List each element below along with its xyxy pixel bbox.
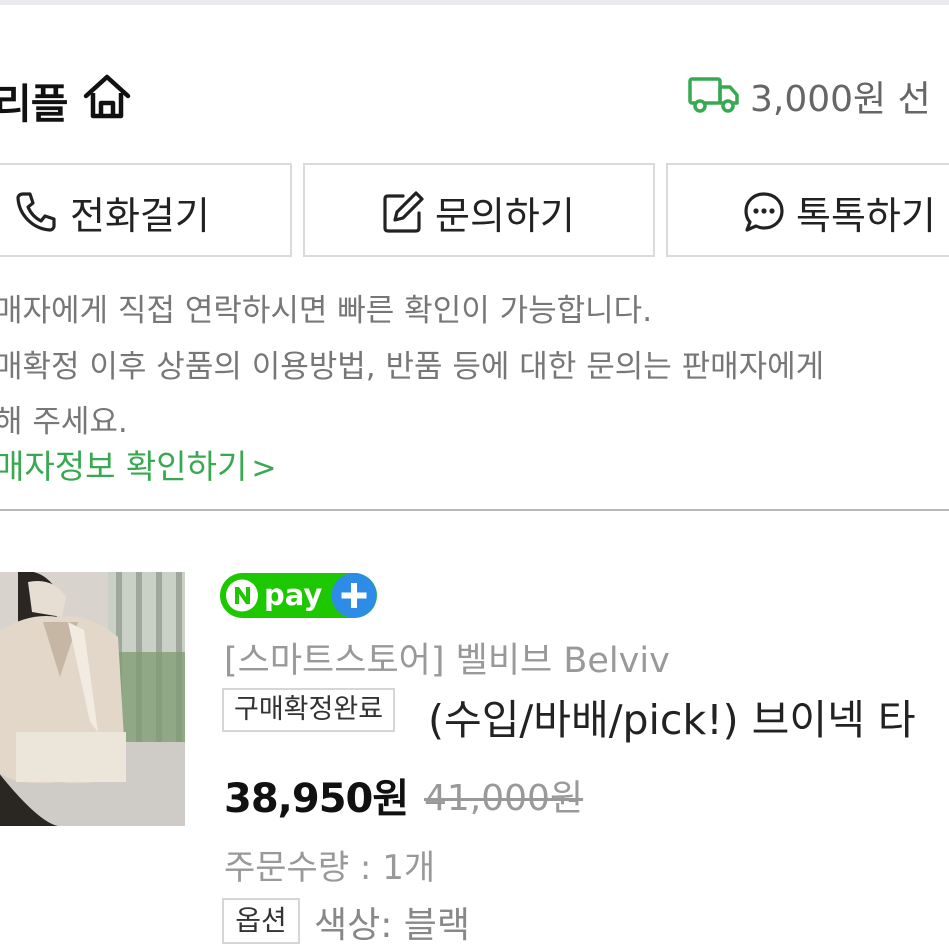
top-bar (0, 0, 949, 5)
edit-icon (381, 190, 425, 234)
option-badge: 옵션 (222, 898, 300, 944)
order-quantity: 주문수량 : 1개 (224, 848, 436, 888)
talk-button[interactable]: 톡톡하기 (666, 163, 949, 257)
npay-label: pay (264, 578, 322, 612)
home-icon[interactable] (80, 70, 134, 124)
notice-line-3: 해 주세요. (0, 404, 128, 440)
call-button-label: 전화걸기 (70, 194, 210, 238)
product-title[interactable]: (수입/바배/pick!) 브이넥 타 (428, 686, 916, 746)
status-badge: 구매확정완료 (222, 688, 396, 732)
chevron-right-icon: > (251, 451, 277, 486)
product-thumbnail[interactable] (0, 572, 185, 826)
section-divider (0, 509, 949, 511)
shipping-fee: 3,000원 선 (750, 79, 931, 120)
truck-icon (688, 75, 740, 115)
call-button[interactable]: 전화걸기 (0, 163, 292, 257)
store-name[interactable]: 리플 (0, 70, 68, 130)
store-brand[interactable]: [스마트스토어] 벨비브 Belviv (224, 632, 670, 683)
seller-info-link-label: 매자정보 확인하기 (0, 447, 248, 486)
inquiry-button-label: 문의하기 (435, 194, 575, 238)
talk-button-label: 톡톡하기 (796, 194, 936, 238)
sale-price: 38,950원 (224, 776, 409, 822)
inquiry-button[interactable]: 문의하기 (303, 163, 655, 257)
seller-info-link[interactable]: 매자정보 확인하기 > (0, 440, 277, 488)
chat-bubble-icon (742, 190, 786, 234)
notice-line-2: 매확정 이후 상품의 이용방법, 반품 등에 대한 문의는 판매자에게 (0, 349, 825, 385)
phone-icon (14, 190, 58, 234)
notice-line-1: 매자에게 직접 연락하시면 빠른 확인이 가능합니다. (0, 293, 653, 329)
original-price: 41,000원 (424, 778, 584, 819)
store-header: 리플 3,000원 선 (0, 60, 949, 135)
option-value: 색상: 블랙 (314, 905, 471, 946)
npay-badge: pay (220, 573, 377, 618)
